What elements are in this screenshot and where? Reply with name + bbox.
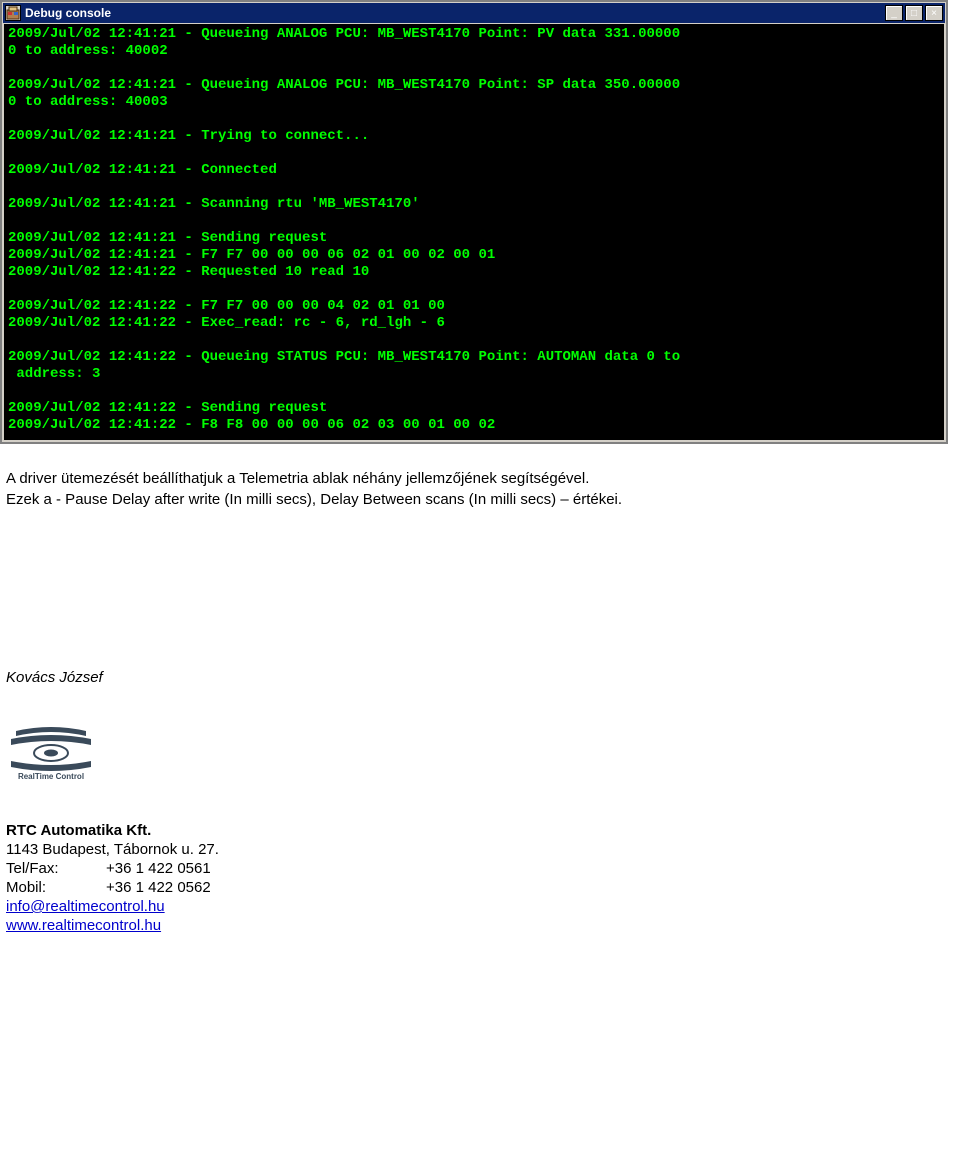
- console-icon: [5, 5, 21, 21]
- console-line: 2009/Jul/02 12:41:21 - Connected: [8, 162, 940, 179]
- console-line: 2009/Jul/02 12:41:21 - Scanning rtu 'MB_…: [8, 196, 940, 213]
- console-line: 0 to address: 40002: [8, 43, 940, 60]
- company-address: 1143 Budapest, Tábornok u. 27.: [6, 840, 954, 859]
- web-link[interactable]: www.realtimecontrol.hu: [6, 917, 161, 934]
- console-line: 2009/Jul/02 12:41:21 - Sending request: [8, 230, 940, 247]
- titlebar[interactable]: Debug console _ □ ×: [2, 2, 946, 23]
- console-line: 0 to address: 40003: [8, 94, 940, 111]
- contact-block: RTC Automatika Kft. 1143 Budapest, Tábor…: [6, 821, 954, 935]
- paragraph-2: Ezek a - Pause Delay after write (In mil…: [6, 490, 954, 509]
- minimize-button[interactable]: _: [885, 5, 903, 21]
- close-icon: ×: [931, 8, 937, 19]
- console-line: 2009/Jul/02 12:41:22 - F8 F8 00 00 00 06…: [8, 417, 940, 434]
- mobil-label: Mobil:: [6, 878, 106, 897]
- close-button[interactable]: ×: [925, 5, 943, 21]
- console-line: 2009/Jul/02 12:41:21 - Trying to connect…: [8, 128, 940, 145]
- console-line: 2009/Jul/02 12:41:22 - Requested 10 read…: [8, 264, 940, 281]
- minimize-icon: _: [891, 8, 897, 19]
- logo-caption-text: RealTime Control: [18, 772, 84, 781]
- telfax-label: Tel/Fax:: [6, 859, 106, 878]
- email-link[interactable]: info@realtimecontrol.hu: [6, 898, 165, 915]
- body-paragraphs: A driver ütemezését beállíthatjuk a Tele…: [6, 469, 954, 509]
- console-line: 2009/Jul/02 12:41:21 - Queueing ANALOG P…: [8, 77, 940, 94]
- console-line: 2009/Jul/02 12:41:22 - Queueing STATUS P…: [8, 349, 940, 366]
- company-name: RTC Automatika Kft.: [6, 821, 954, 840]
- console-line: address: 3: [8, 366, 940, 383]
- maximize-button[interactable]: □: [905, 5, 923, 21]
- company-logo: RealTime Control: [6, 726, 954, 786]
- mobil-value: +36 1 422 0562: [106, 878, 211, 897]
- console-line: 2009/Jul/02 12:41:22 - Sending request: [8, 400, 940, 417]
- paragraph-1: A driver ütemezését beállíthatjuk a Tele…: [6, 469, 954, 488]
- debug-console-window: Debug console _ □ × 2009/Jul/02 12:41:21…: [0, 0, 948, 444]
- console-line: 2009/Jul/02 12:41:22 - Exec_read: rc - 6…: [8, 315, 940, 332]
- telfax-value: +36 1 422 0561: [106, 859, 211, 878]
- window-title: Debug console: [25, 6, 111, 20]
- console-line: 2009/Jul/02 12:41:22 - F7 F7 00 00 00 04…: [8, 298, 940, 315]
- maximize-icon: □: [911, 8, 917, 19]
- console-output: 2009/Jul/02 12:41:21 - Queueing ANALOG P…: [2, 23, 946, 442]
- console-line: 2009/Jul/02 12:41:21 - F7 F7 00 00 00 06…: [8, 247, 940, 264]
- author-signature: Kovács József: [6, 669, 954, 686]
- console-line: 2009/Jul/02 12:41:21 - Queueing ANALOG P…: [8, 26, 940, 43]
